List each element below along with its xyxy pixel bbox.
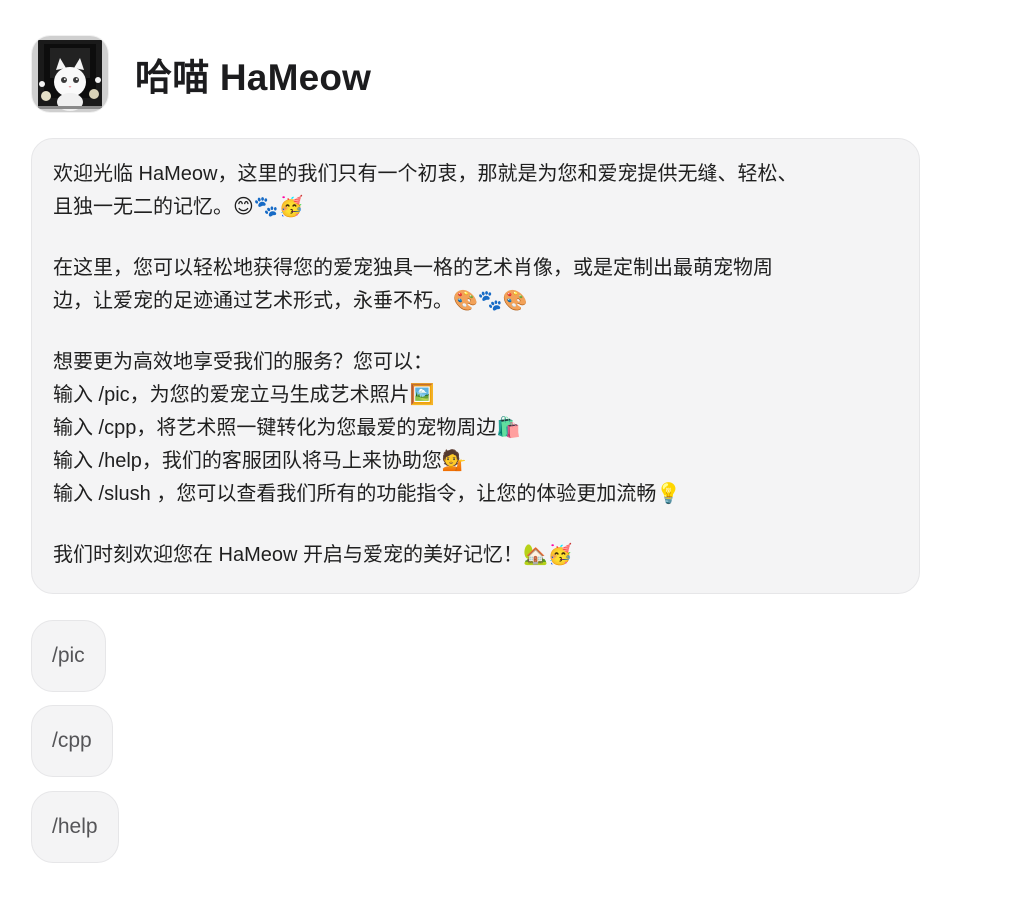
message-line: 欢迎光临 HaMeow，这里的我们只有一个初衷，那就是为您和爱宠提供无缝、轻松、: [53, 163, 798, 185]
message-line: 想要更为高效地享受我们的服务？您可以：: [53, 351, 433, 373]
message-paragraph: 我们时刻欢迎您在 HaMeow 开启与爱宠的美好记忆！🏡🥳: [53, 539, 898, 572]
message-paragraph: 在这里，您可以轻松地获得您的爱宠独具一格的艺术肖像，或是定制出最萌宠物周 边，让…: [53, 252, 898, 318]
page-title: 哈喵 HaMeow: [135, 57, 372, 98]
message-line: 在这里，您可以轻松地获得您的爱宠独具一格的艺术肖像，或是定制出最萌宠物周: [53, 257, 773, 279]
white-cat-portrait-icon: [32, 36, 108, 112]
message-paragraph: 想要更为高效地享受我们的服务？您可以： 输入 /pic，为您的爱宠立马生成艺术照…: [53, 346, 898, 511]
message-line: 输入 /cpp，将艺术照一键转化为您最爱的宠物周边🛍️: [53, 417, 522, 439]
message-line: 输入 /slush ，您可以查看我们所有的功能指令，让您的体验更加流畅💡: [53, 483, 682, 505]
command-button-help[interactable]: /help: [31, 791, 119, 863]
message-line: 我们时刻欢迎您在 HaMeow 开启与爱宠的美好记忆！🏡🥳: [53, 544, 573, 566]
message-line: 且独一无二的记忆。😊🐾🥳: [53, 196, 304, 218]
message-line: 输入 /help，我们的客服团队将马上来协助您💁: [53, 450, 467, 472]
message-line: 边，让爱宠的足迹通过艺术形式，永垂不朽。🎨🐾🎨: [53, 290, 528, 312]
message-paragraph: 欢迎光临 HaMeow，这里的我们只有一个初衷，那就是为您和爱宠提供无缝、轻松、…: [53, 158, 898, 224]
welcome-message-bubble: 欢迎光临 HaMeow，这里的我们只有一个初衷，那就是为您和爱宠提供无缝、轻松、…: [31, 138, 920, 594]
command-button-pic[interactable]: /pic: [31, 620, 106, 692]
message-line: 输入 /pic，为您的爱宠立马生成艺术照片🖼️: [53, 384, 435, 406]
command-button-cpp[interactable]: /cpp: [31, 705, 113, 777]
chat-header: 哈喵 HaMeow: [32, 36, 371, 112]
